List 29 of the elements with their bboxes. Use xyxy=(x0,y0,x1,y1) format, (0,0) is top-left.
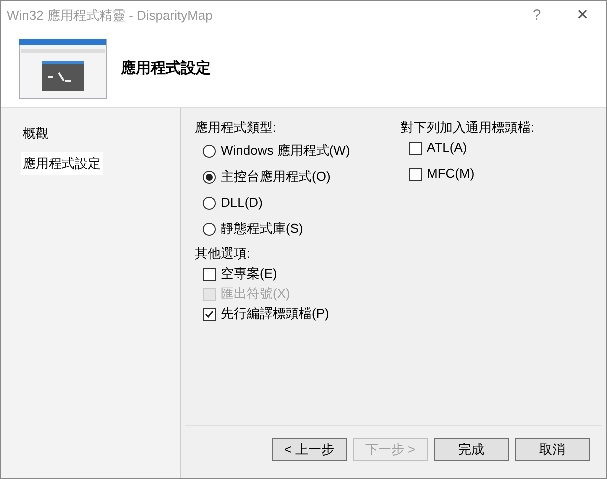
checkbox[interactable] xyxy=(409,168,422,180)
radio-label: DLL(D) xyxy=(221,194,263,212)
sidebar-item[interactable]: 應用程式設定 xyxy=(21,152,103,175)
help-button[interactable]: ? xyxy=(514,4,560,28)
wizard-button[interactable]: 取消 xyxy=(515,438,590,461)
checkbox[interactable] xyxy=(203,268,216,280)
checkbox[interactable] xyxy=(203,308,216,320)
radio-label: 主控台應用程式(O) xyxy=(221,168,331,186)
close-button[interactable]: ✕ xyxy=(560,4,606,28)
radio-button[interactable] xyxy=(203,222,216,236)
checkbox-label: 匯出符號(X) xyxy=(221,285,290,304)
checkbox-label: MFC(M) xyxy=(427,165,475,184)
wizard-button[interactable]: < 上一步 xyxy=(272,438,347,461)
checkbox[interactable] xyxy=(409,142,422,154)
checkbox-label: ATL(A) xyxy=(427,139,468,158)
wizard-button[interactable]: 完成 xyxy=(434,438,509,461)
checkbox-label: 空專案(E) xyxy=(221,265,278,284)
radio-button[interactable] xyxy=(203,196,216,210)
checkbox-label: 先行編譯標頭檔(P) xyxy=(221,305,330,324)
section-label: 應用程式類型: xyxy=(195,119,278,137)
radio-label: 靜態程式庫(S) xyxy=(221,220,304,238)
console-window-icon xyxy=(19,39,107,99)
window-title: Win32 應用程式精靈 - DisparityMap xyxy=(7,7,214,26)
radio-label: Windows 應用程式(W) xyxy=(221,142,350,160)
section-label: 其他選項: xyxy=(195,245,252,263)
section-label: 對下列加入通用標頭檔: xyxy=(401,119,535,137)
page-heading: 應用程式設定 xyxy=(121,58,211,79)
radio-button[interactable] xyxy=(203,144,216,158)
radio-button[interactable] xyxy=(203,170,216,184)
